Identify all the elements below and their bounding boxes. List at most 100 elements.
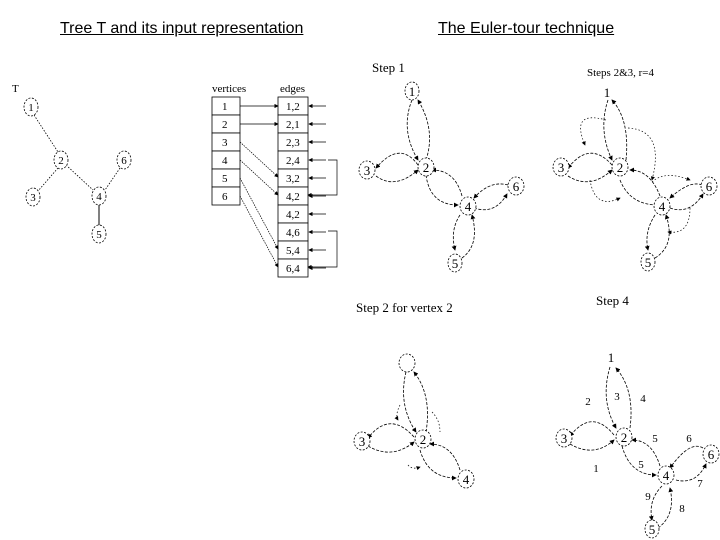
s4-edge-num-9: 9 [645,491,651,503]
step2v2-label: Step 2 for vertex 2 [356,300,453,315]
s23-succ-4 [651,175,691,183]
step1-node-1-label: 1 [409,84,416,99]
arc-4-6 [473,193,508,211]
arc-1-2 [406,99,419,161]
vertex-cell-label: 3 [222,137,228,149]
s23-node-2-label: 2 [617,160,624,175]
s2v2-succ-1 [394,404,401,421]
s2v2-arc-4-2 [429,441,461,471]
s2v2-node-4-label: 4 [463,472,470,487]
bracket-2-4 [307,159,338,198]
edge-cell-label: 3,2 [286,173,300,185]
edge-cell-label: 5,4 [286,245,300,257]
steps23-label: Steps 2&3, r=4 [587,67,655,79]
vertex-cell-label: 1 [222,101,228,113]
vertex-cell-label: 2 [222,119,228,131]
s23-arc-2-4 [619,179,659,208]
tree-node-2-label: 2 [58,155,64,167]
arc-5-4 [461,214,476,259]
s4-edge-num-1: 1 [593,463,599,475]
tree-edge-1-2 [33,114,59,153]
s23-arc-1-2 [603,99,613,161]
tree-node-1-label: 1 [28,102,34,114]
s2v2-succ-2 [431,411,441,433]
panel-step1: Step 1 1 2 3 4 5 6 [358,60,525,273]
edge-cell-label: 4,2 [286,209,300,221]
tree-edge-4-6 [104,167,121,191]
tree-node-6-label: 6 [121,155,127,167]
step1-node-6-label: 6 [513,179,520,194]
edges-table: 1,2 2,1 2,3 2,4 3,2 4,2 4,2 4,6 5,4 6,4 [277,96,309,278]
s4-node-4-label: 4 [663,468,670,483]
arc-4-5 [451,214,461,251]
vertex-cell-label: 4 [222,155,228,167]
arc-2-1 [417,99,430,161]
s2v2-arc-3-2 [367,441,415,453]
arc-6-4 [473,183,509,199]
s4-arc-5-4 [657,487,674,529]
s2v2-succ-3 [407,464,421,471]
s23-node-3-label: 3 [558,160,565,175]
s4-arc-6-4 [669,445,704,469]
panel-step4: Step 4 1 2 3 4 5 6 1 2 3 4 5 6 7 8 9 5 [555,293,720,539]
tree-edge-2-4 [65,164,94,191]
edges-header: edges [280,83,305,95]
diagram-canvas: T 1 2 3 4 5 6 vertices edges 1 2 3 4 5 6 1,22… [12,60,720,539]
input-representation: vertices edges 1 2 3 4 5 6 1,2 2,1 2,3 2,4 3,2 4,2… [211,83,338,278]
s23-arc-2-3 [567,152,613,169]
step1-node-3-label: 3 [364,163,371,178]
step1-node-2-label: 2 [423,160,430,175]
s4-arc-3-2 [569,439,615,451]
s23-arc-2-1 [611,99,628,161]
s2v2-arc-2-1 [413,371,428,433]
s2v2-node-1 [398,353,416,373]
s23-succ-3 [589,179,621,202]
step4-label: Step 4 [596,293,629,308]
step1-node-5-label: 5 [452,256,459,271]
arc-4-2 [431,167,463,197]
s23-succ-2 [627,127,656,181]
pointer-v4 [239,159,279,196]
s4-edge-num-2: 2 [585,396,591,408]
pointer-v6 [239,195,279,268]
s23-arc-4-6 [669,193,704,211]
s4-node-6-label: 6 [708,447,715,462]
tree-node-5-label: 5 [96,229,102,241]
s2v2-node-2-label: 2 [420,432,427,447]
panel-steps23: Steps 2&3, r=4 1 2 3 4 5 6 [552,67,718,272]
edge-cell-label: 2,3 [286,137,300,149]
s4-arc-4-5 [648,485,663,521]
tree-t: T 1 2 3 4 5 6 [12,83,132,244]
s23-arc-4-5 [644,214,656,251]
panel-step2-vertex2: Step 2 for vertex 2 2 3 4 [353,300,475,489]
step1-node-4-label: 4 [465,199,472,214]
s4-edge-num-5: 5 [652,433,658,445]
vertex-cell-label: 6 [222,191,228,203]
arc-3-2 [375,169,419,183]
s23-node-6-label: 6 [706,179,713,194]
s4-node-2-label: 2 [621,430,628,445]
s4-node-1-label: 1 [608,350,615,365]
s2v2-node-3-label: 3 [359,434,366,449]
edge-cell-label: 4,6 [286,227,300,239]
s4-edge-num-8: 8 [679,503,685,515]
s4-arc-2-3 [569,421,615,437]
s23-node-1-label: 1 [604,85,611,100]
s2v2-arc-2-3 [367,423,415,439]
s4-edge-num-10: 5 [638,459,644,471]
s23-arc-5-4 [654,214,670,259]
arc-2-3 [375,152,419,169]
bracket-4-6 [307,230,338,270]
pointer-v3 [239,141,279,178]
tree-node-4-label: 4 [96,191,102,203]
pointer-v5 [239,177,279,250]
s2v2-arc-1-2 [403,371,417,433]
edge-cell-label: 6,4 [286,263,300,275]
s4-node-3-label: 3 [561,431,568,446]
edge-cell-label: 4,2 [286,191,300,203]
tree-edge-2-3 [37,167,59,192]
vertices-header: vertices [212,83,246,95]
step1-label: Step 1 [372,60,405,75]
vertex-cell-label: 5 [222,173,228,185]
s23-arc-4-2 [629,167,661,197]
